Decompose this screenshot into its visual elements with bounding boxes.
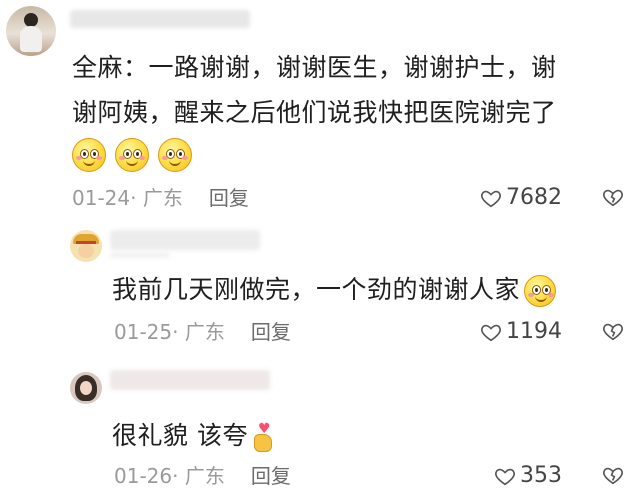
reply-location: · 广东 — [172, 320, 225, 344]
avatar[interactable] — [6, 6, 56, 56]
reply-date: 01-26 — [114, 464, 173, 488]
like-count: 353 — [520, 463, 562, 488]
heart-outline-icon — [481, 190, 501, 208]
reply-meta: 01-25· 广东 回复 — [114, 318, 291, 346]
reply-text-row: 很礼貌 该夸 ♥ — [112, 414, 276, 458]
like-button[interactable]: 1194 — [480, 318, 562, 346]
comment-text-line: 全麻：一路谢谢，谢谢医生，谢谢护士，谢 — [72, 53, 557, 82]
emoji-group — [72, 138, 196, 172]
username-blurred[interactable] — [110, 370, 270, 390]
avatar[interactable] — [70, 230, 102, 262]
broken-heart-icon[interactable] — [602, 464, 624, 486]
comment-meta: 01-24· 广东 回复 — [72, 184, 249, 212]
smiling-face-emoji — [158, 138, 193, 172]
smiling-face-emoji — [524, 275, 557, 307]
reply-text: 很礼貌 该夸 — [112, 421, 248, 450]
comment-location: · 广东 — [130, 186, 183, 210]
reply-meta: 01-26· 广东 回复 — [114, 462, 291, 490]
broken-heart-icon[interactable] — [602, 320, 624, 342]
reply-text: 我前几天刚做完，一个劲的谢谢人家 — [112, 275, 521, 304]
like-button[interactable]: 353 — [494, 462, 562, 490]
reply-location: · 广东 — [172, 464, 225, 488]
reply-text-row: 我前几天刚做完，一个劲的谢谢人家 — [112, 268, 560, 312]
reply-button[interactable]: 回复 — [209, 186, 249, 210]
like-button[interactable]: 7682 — [480, 184, 562, 212]
heart-outline-icon — [495, 468, 515, 486]
smiling-face-emoji — [72, 138, 106, 172]
like-count: 7682 — [506, 185, 562, 210]
comment-date: 01-24 — [72, 186, 131, 210]
reply-button[interactable]: 回复 — [251, 320, 291, 344]
heart-outline-icon — [481, 324, 501, 342]
avatar[interactable] — [70, 372, 102, 404]
like-count: 1194 — [506, 319, 562, 344]
reply-date: 01-25 — [114, 320, 173, 344]
reply-button[interactable]: 回复 — [251, 464, 291, 488]
username-blurred[interactable] — [110, 230, 260, 250]
smiling-face-emoji — [115, 138, 150, 172]
comment-text-line: 谢阿姨，醒来之后他们说我快把医院谢完了 — [72, 98, 557, 127]
broken-heart-icon[interactable] — [602, 186, 624, 208]
finger-heart-emoji: ♥ — [250, 422, 276, 452]
username-blurred[interactable] — [70, 10, 250, 28]
